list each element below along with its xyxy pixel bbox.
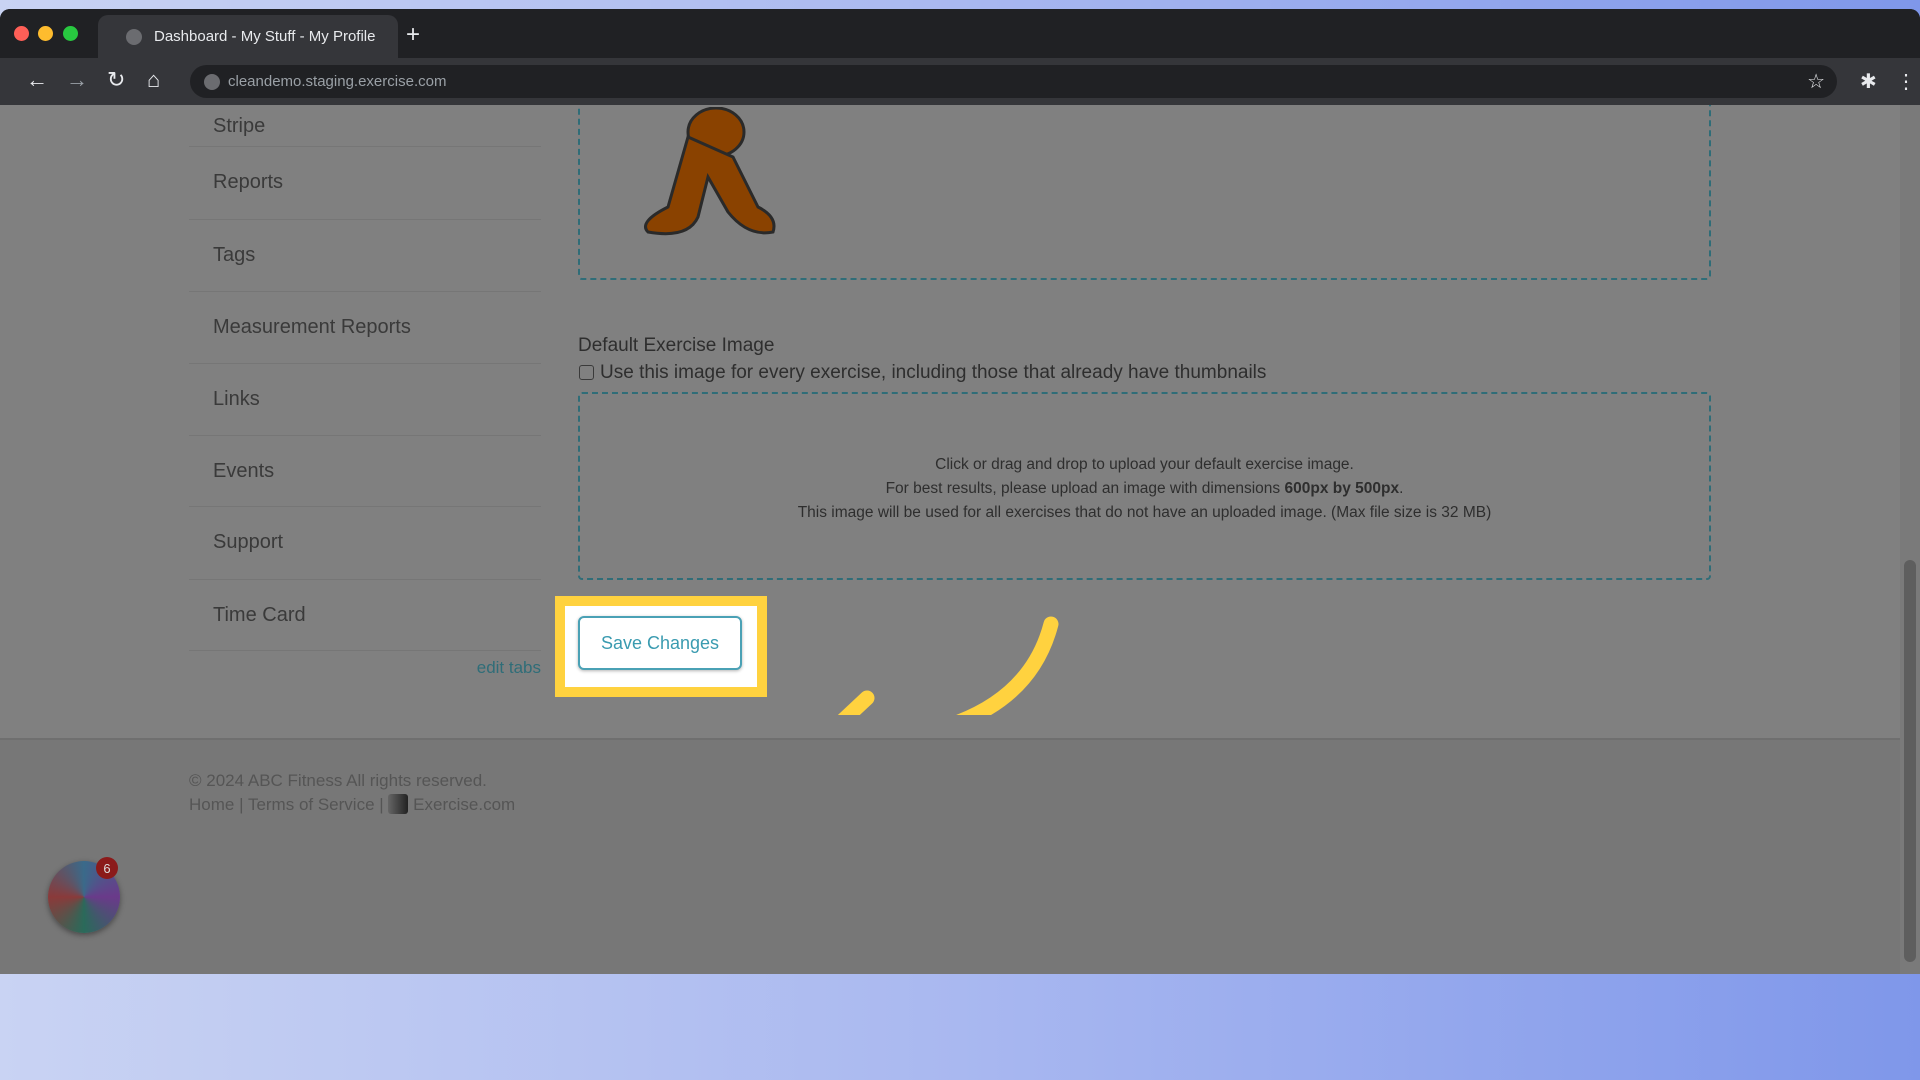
tab-title: Dashboard - My Stuff - My Profile	[154, 28, 376, 45]
close-window-button[interactable]	[14, 26, 29, 41]
exercise-logo-icon	[388, 794, 409, 814]
default-image-checkbox-label[interactable]: Use this image for every exercise, inclu…	[600, 362, 1266, 384]
sidebar-item-label: Time Card	[213, 604, 306, 626]
browser-tab[interactable]: Dashboard - My Stuff - My Profile	[98, 15, 398, 58]
default-image-checkbox[interactable]	[579, 365, 594, 380]
highlight-inner: Save Changes	[565, 606, 757, 687]
address-bar[interactable]: cleandemo.staging.exercise.com ☆	[190, 65, 1837, 98]
sidebar-item-support[interactable]: Support	[189, 507, 541, 580]
sidebar-item-measurement-reports[interactable]: Measurement Reports	[189, 292, 541, 364]
dropzone-line-1: Click or drag and drop to upload your de…	[935, 456, 1354, 473]
highlight-frame: Save Changes	[555, 596, 767, 697]
notification-badge: 6	[96, 857, 118, 879]
reload-icon[interactable]: ↻	[107, 67, 125, 93]
extensions-icon[interactable]: ✱	[1860, 69, 1877, 94]
profile-image-dropzone[interactable]	[578, 105, 1711, 280]
dropzone-line-2: For best results, please upload an image…	[580, 477, 1709, 501]
site-info-icon	[204, 74, 220, 90]
browser-window: Dashboard - My Stuff - My Profile + ← → …	[0, 9, 1920, 974]
new-tab-button[interactable]: +	[406, 21, 420, 49]
bookmark-star-icon[interactable]: ☆	[1807, 69, 1825, 94]
sidebar-item-label: Measurement Reports	[213, 316, 411, 338]
minimize-window-button[interactable]	[38, 26, 53, 41]
default-image-heading: Default Exercise Image	[578, 335, 775, 356]
sidebar-item-label: Events	[213, 460, 275, 482]
forward-icon[interactable]: →	[66, 67, 88, 93]
tab-bar: Dashboard - My Stuff - My Profile +	[0, 9, 1920, 58]
dropzone-text: .	[1399, 480, 1404, 497]
mascot-image	[644, 107, 776, 236]
maximize-window-button[interactable]	[63, 26, 78, 41]
browser-menu-icon[interactable]: ⋮	[1896, 69, 1916, 94]
sidebar-item-tags[interactable]: Tags	[189, 220, 541, 292]
sidebar-item-links[interactable]: Links	[189, 364, 541, 436]
home-icon[interactable]: ⌂	[147, 67, 160, 93]
sidebar-item-label: Links	[213, 388, 260, 410]
edit-tabs-link[interactable]: edit tabs	[477, 658, 541, 678]
footer-links: Home | Terms of Service | Exercise.com	[189, 794, 515, 815]
sidebar-item-label: Stripe	[213, 115, 266, 137]
browser-toolbar: ← → ↻ ⌂ cleandemo.staging.exercise.com ☆…	[0, 58, 1920, 105]
sidebar-item-label: Reports	[213, 171, 284, 193]
save-changes-button[interactable]: Save Changes	[578, 616, 742, 670]
url-text: cleandemo.staging.exercise.com	[228, 73, 447, 90]
sidebar-item-label: Tags	[213, 244, 256, 266]
dropzone-dimensions: 600px by 500px	[1284, 480, 1400, 497]
footer-brand-link[interactable]: Exercise.com	[413, 795, 515, 814]
sidebar-item-events[interactable]: Events	[189, 436, 541, 507]
pointer-arrow-icon	[837, 616, 1059, 715]
sidebar-item-label: Support	[213, 531, 284, 553]
page-content: Stripe Reports Tags Measurement Reports …	[0, 105, 1920, 974]
footer-terms-link[interactable]: Terms of Service	[248, 795, 375, 814]
globe-icon	[126, 29, 142, 45]
separator: |	[379, 795, 384, 814]
sidebar-item-stripe[interactable]: Stripe	[189, 105, 541, 147]
copyright: © 2024 ABC Fitness All rights reserved.	[189, 771, 487, 790]
footer-home-link[interactable]: Home	[189, 795, 234, 814]
back-icon[interactable]: ←	[26, 67, 48, 93]
dropzone-text: For best results, please upload an image…	[885, 480, 1285, 497]
scrollbar-thumb[interactable]	[1904, 560, 1916, 962]
dropzone-line-3: This image will be used for all exercise…	[797, 504, 1492, 521]
default-image-dropzone[interactable]: Click or drag and drop to upload your de…	[578, 392, 1711, 580]
help-widget-button[interactable]: 6	[48, 857, 120, 933]
sidebar-item-reports[interactable]: Reports	[189, 147, 541, 220]
footer: © 2024 ABC Fitness All rights reserved. …	[0, 738, 1920, 974]
sidebar-item-time-card[interactable]: Time Card	[189, 580, 541, 651]
separator: |	[239, 795, 244, 814]
scrollbar[interactable]	[1900, 105, 1920, 974]
